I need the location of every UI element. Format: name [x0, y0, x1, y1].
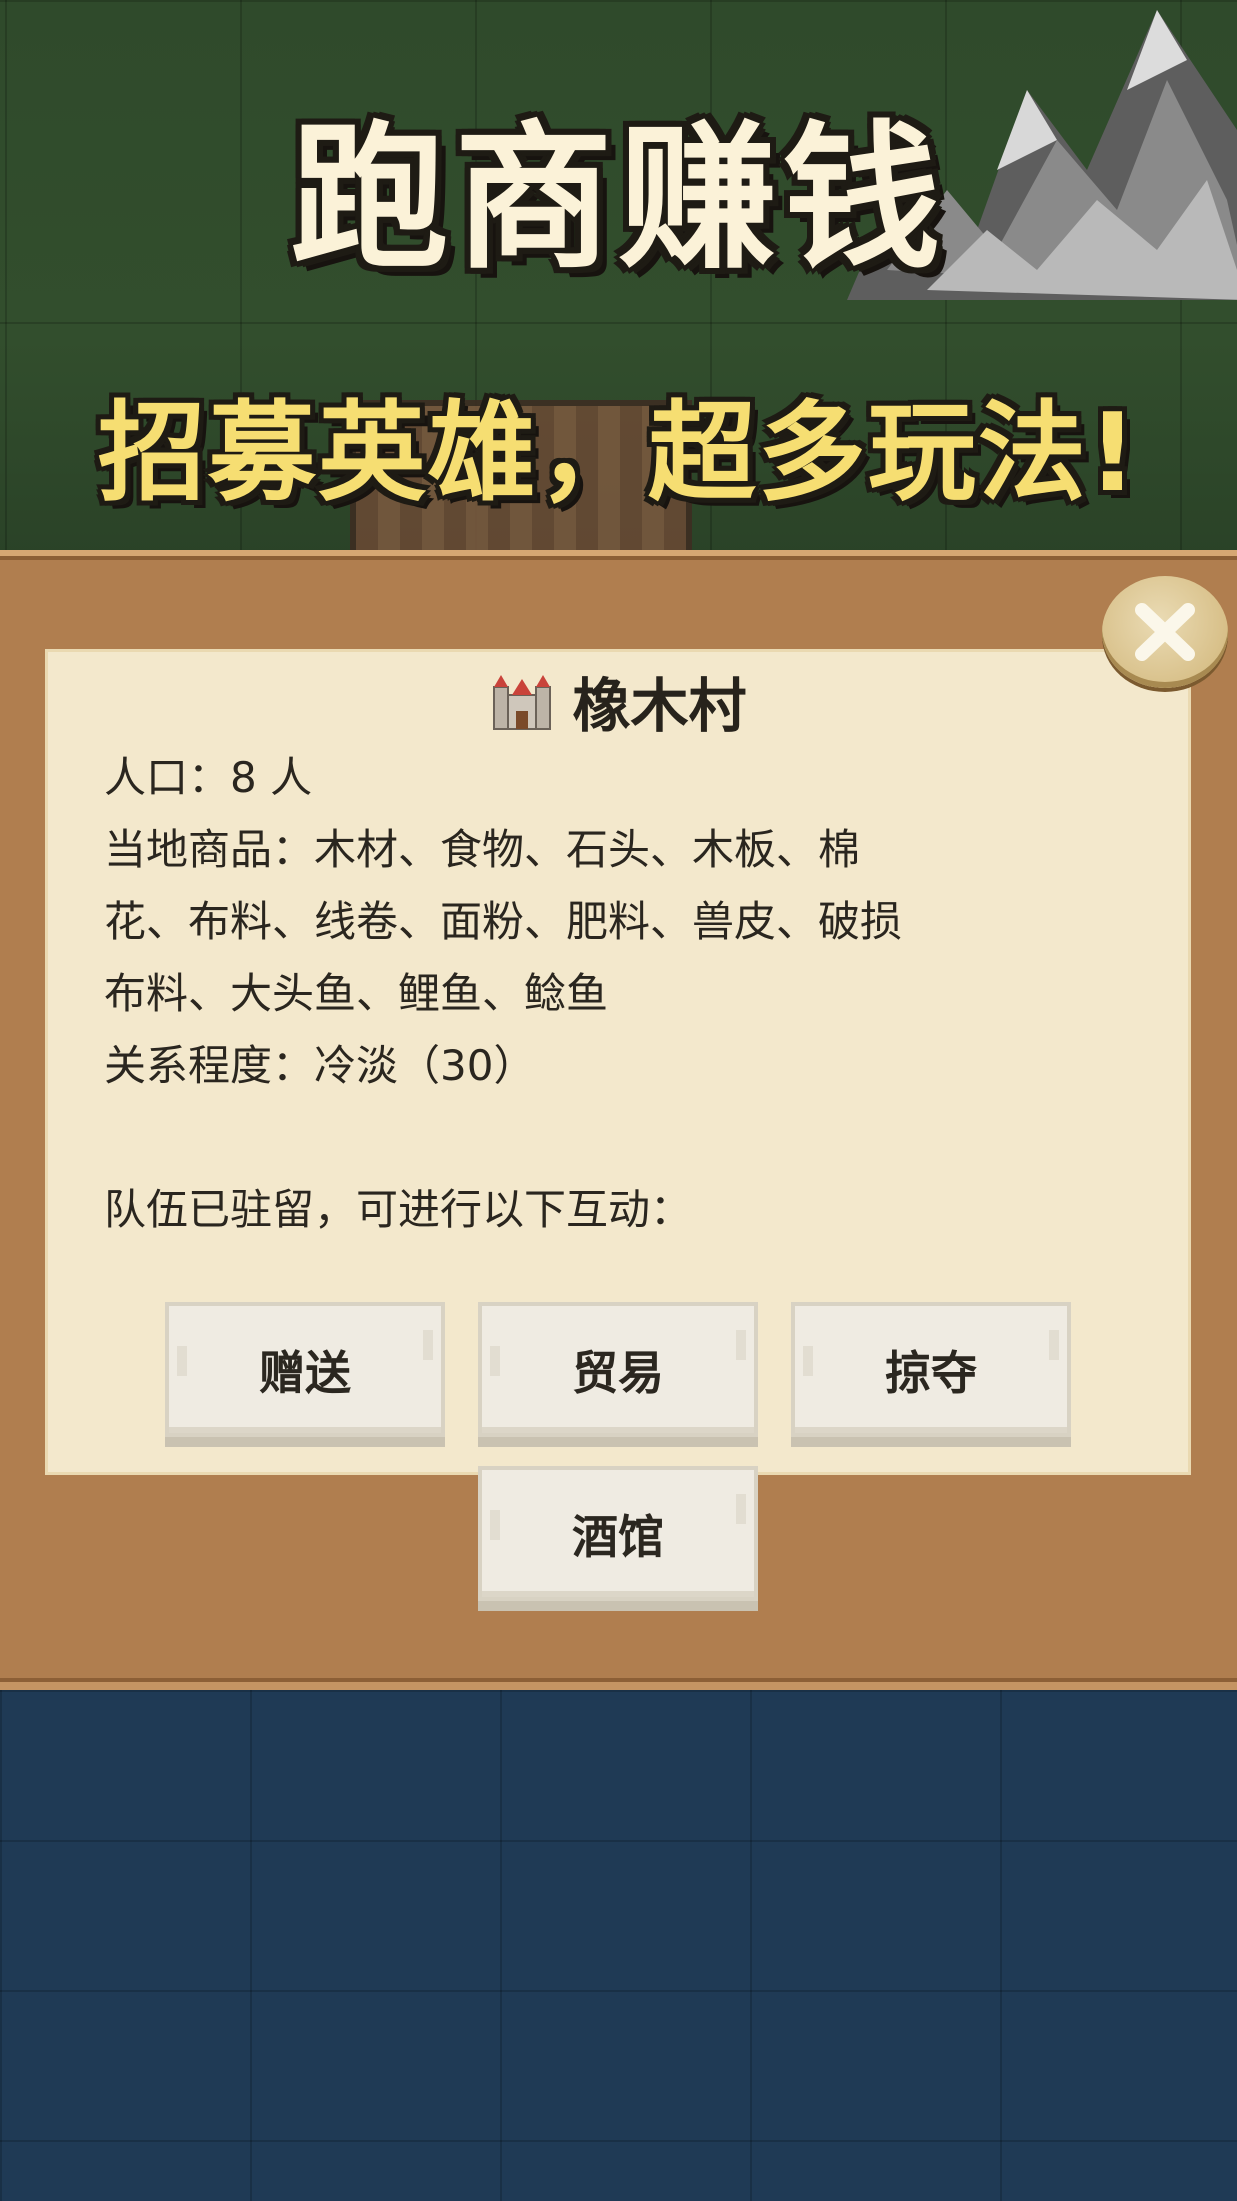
trade-button[interactable]: 贸易 [478, 1302, 758, 1437]
map-background-sea [0, 1690, 1237, 2201]
local-goods-line-3: 布料、大头鱼、鲤鱼、鲶鱼 [104, 969, 609, 1018]
banner-title: 跑商赚钱 [290, 107, 947, 291]
banner-subtitle: 招募英雄，超多玩法! [97, 391, 1140, 516]
tavern-button[interactable]: 酒馆 [478, 1466, 758, 1601]
village-info: 人口：8 人 当地商品：木材、食物、石头、木板、棉 花、布料、线卷、面粉、肥料、… [104, 742, 1114, 1246]
gift-button[interactable]: 赠送 [165, 1302, 445, 1437]
plunder-button[interactable]: 掠夺 [791, 1302, 1071, 1437]
relationship-text: 关系程度：冷淡（30） [104, 1041, 536, 1090]
map-background-top: 跑商赚钱 招募英雄，超多玩法! [0, 0, 1237, 560]
interaction-prompt: 队伍已驻留，可进行以下互动： [104, 1185, 693, 1234]
local-goods-line-2: 花、布料、线卷、面粉、肥料、兽皮、破损 [104, 897, 903, 946]
village-header: 橡木村 [0, 656, 1237, 746]
population-text: 人口：8 人 [104, 753, 313, 802]
close-icon [1135, 603, 1195, 661]
local-goods-line-1: 当地商品：木材、食物、石头、木板、棉 [104, 825, 861, 874]
village-dialog: 橡木村 人口：8 人 当地商品：木材、食物、石头、木板、棉 花、布料、线卷、面粉… [0, 550, 1237, 1690]
village-name: 橡木村 [572, 672, 747, 740]
sea-grid [0, 1690, 1237, 2201]
castle-icon [493, 675, 552, 730]
